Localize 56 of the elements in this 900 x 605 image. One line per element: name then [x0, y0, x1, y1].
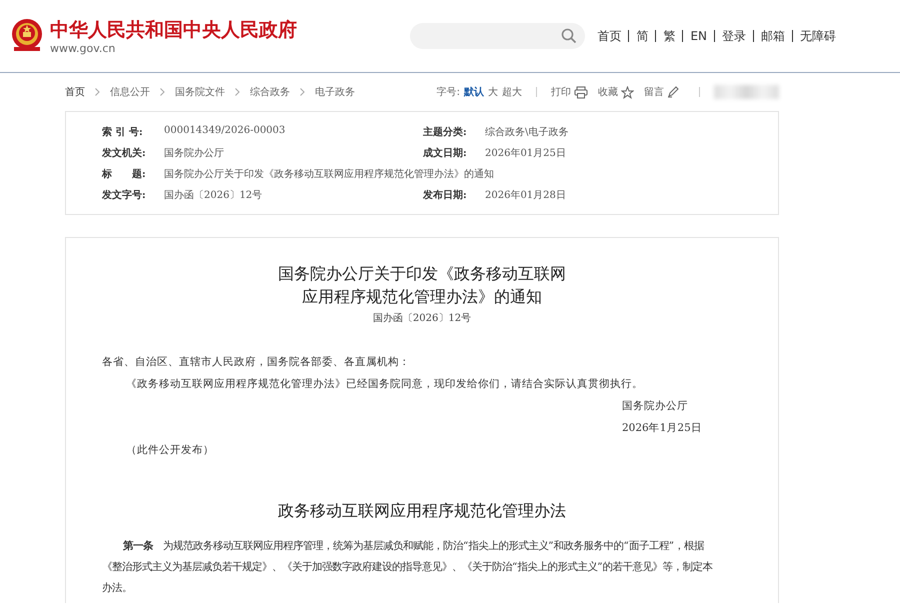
nav-link[interactable]: 邮箱 [761, 28, 785, 44]
emblem-icon [10, 18, 44, 54]
section-title: 政务移动互联网应用程序规范化管理办法 [277, 501, 567, 522]
search-icon[interactable] [561, 28, 578, 44]
site-title[interactable]: 中华人民共和国中央人民政府 [50, 18, 297, 42]
nav-link[interactable]: 无障碍 [800, 28, 836, 44]
breadcrumb-link[interactable]: 首页 [65, 85, 85, 99]
document-number: 国办函〔2026〕12号 [372, 312, 472, 325]
printer-icon[interactable] [574, 86, 588, 98]
field-value: 000014349/2026-00003 [164, 124, 286, 138]
field-value: 国务院办公厅关于印发《政务移动互联网应用程序规范化管理办法》的通知 [164, 168, 494, 180]
toolbar-link[interactable]: 留言 [644, 85, 664, 99]
note-text: （此件公开发布） [126, 443, 215, 458]
star-icon[interactable] [621, 86, 634, 98]
font-size-option[interactable]: 大 [488, 85, 498, 99]
font-size-option[interactable]: 超大 [502, 85, 522, 99]
field-value: 国务院办公厅 [164, 146, 224, 160]
toolbar-link[interactable]: 收藏 [598, 85, 618, 99]
field-label: 发文字号: [102, 188, 147, 202]
field-label: 索 引 号: [102, 126, 144, 138]
field-label: 标 题: [102, 168, 147, 180]
site-url[interactable]: www.gov.cn [50, 42, 297, 54]
nav-link[interactable]: 繁 [663, 28, 676, 44]
breadcrumb-link[interactable]: 信息公开 [110, 85, 150, 99]
nav-link[interactable]: 首页 [597, 28, 622, 44]
nav-link[interactable]: EN [690, 29, 707, 43]
field-label: 主题分类: [423, 125, 468, 138]
pencil-icon[interactable] [667, 86, 679, 98]
field-value: 2026年01月28日 [485, 188, 566, 202]
signature-text: 国务院办公厅 [621, 399, 689, 414]
field-value: 国办函〔2026〕12号 [164, 188, 262, 202]
nav-link[interactable]: 登录 [722, 28, 746, 44]
field-label: 成文日期: [423, 146, 468, 160]
chevron-icon [160, 88, 165, 96]
date-text: 2026年1月25日 [621, 421, 703, 436]
search-field[interactable] [410, 23, 586, 49]
breadcrumb-link[interactable]: 综合政务 [250, 85, 290, 99]
paragraph-text: 第一条 为规范政务移动互联网应用程序管理，统筹为基层减负和赋能，防治“指尖上的形式主义”和政务服务中的“面子工程”，根据《整治形式主义为基层减负若干规定》、《关于加强数字政府建设的指导意见》、《关于防治“指尖上的形式主义”的若干意见》等，制定本办法。 [102, 539, 714, 596]
blurred-share-area [714, 85, 779, 99]
toolbar-link[interactable]: 打印 [551, 85, 571, 99]
article-title: 应用程序规范化管理办法》的通知 [302, 286, 542, 308]
chevron-icon [300, 88, 305, 96]
font-size-label: 字号: [436, 86, 460, 99]
field-label: 发文机关: [102, 146, 147, 160]
chevron-icon [235, 88, 240, 96]
breadcrumb-link[interactable]: 电子政务 [315, 85, 355, 99]
article-title: 国务院办公厅关于印发《政务移动互联网 [278, 263, 566, 285]
nav-link[interactable]: 简 [636, 28, 648, 44]
field-label: 发布日期: [423, 188, 468, 202]
body-text: 《政务移动互联网应用程序规范化管理办法》已经国务院同意，现印发给你们，请结合实际认真贯彻执行。 [126, 377, 644, 392]
field-value: 综合政务\电子政务 [485, 126, 568, 138]
font-size-option[interactable]: 默认 [464, 85, 484, 99]
breadcrumb-link[interactable]: 国务院文件 [175, 85, 225, 99]
field-value: 2026年01月25日 [485, 146, 566, 160]
chevron-icon [95, 88, 100, 96]
salutation-text: 各省、自治区、直辖市人民政府，国务院各部委、各直属机构： [102, 355, 411, 370]
